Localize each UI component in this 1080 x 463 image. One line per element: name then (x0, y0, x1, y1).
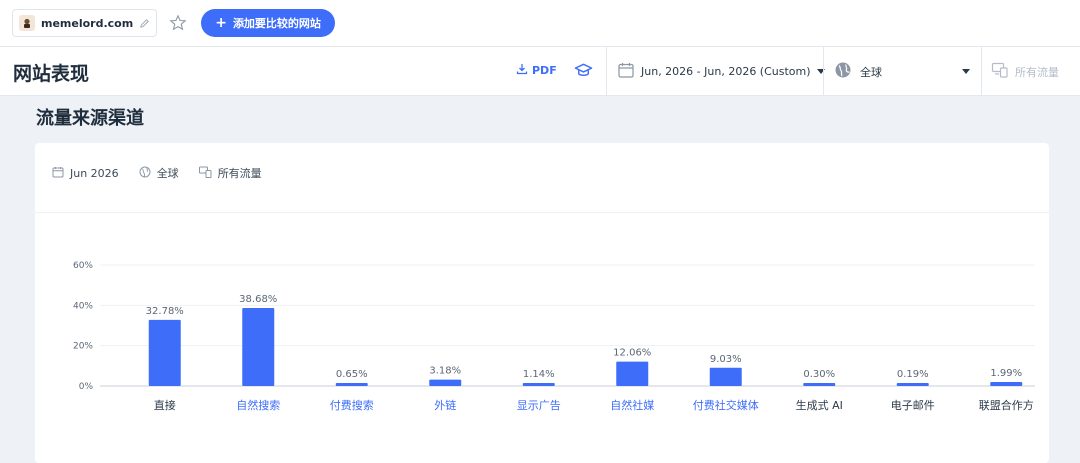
bar (335, 383, 368, 386)
date-range-value: Jun, 2026 - Jun, 2026 (Custom) (641, 65, 811, 78)
y-tick-label: 0% (79, 382, 94, 392)
bar-value-label: 0.30% (803, 369, 835, 380)
x-category-label[interactable]: 付费社交媒体 (693, 398, 759, 412)
add-compare-site-button[interactable]: + 添加要比较的网站 (201, 9, 335, 37)
globe-icon (834, 61, 852, 82)
traffic-type-value: 所有流量 (1015, 65, 1059, 79)
bar (896, 383, 929, 386)
site-chip[interactable]: memelord.com (12, 9, 158, 37)
bar (522, 383, 555, 386)
bar (242, 307, 275, 386)
traffic-channels-card: Jun 2026 全球 所有流量 0% 20% 40% 60% 32.78% 直接 38.6… (35, 143, 1049, 463)
date-range-selector[interactable]: Jun, 2026 - Jun, 2026 (Custom) (617, 61, 825, 82)
bar-value-label: 0.19% (897, 369, 929, 380)
bar (990, 381, 1023, 386)
header-bar: 网站表现 PDF Jun, 2026 - Jun, 2026 (Custom) (0, 47, 1080, 96)
bar (148, 319, 181, 386)
bar-value-label: 1.99% (990, 368, 1022, 379)
x-category-label[interactable]: 付费搜索 (330, 398, 374, 412)
pdf-download-button[interactable]: PDF (516, 63, 557, 78)
bar (616, 361, 649, 386)
page-title: 网站表现 (13, 63, 90, 85)
bar-value-label: 38.68% (239, 294, 277, 305)
region-selector[interactable]: 全球 (834, 61, 882, 82)
region-chevron-down-icon[interactable] (962, 69, 970, 74)
add-compare-site-label: 添加要比较的网站 (232, 17, 321, 30)
bar-value-label: 9.03% (710, 354, 742, 365)
x-category-label: 直接 (154, 398, 176, 412)
traffic-type-selector[interactable]: 所有流量 (991, 61, 1059, 82)
site-favicon-icon (19, 15, 35, 31)
x-category-label[interactable]: 自然搜索 (236, 398, 280, 412)
top-bar: memelord.com + 添加要比较的网站 (0, 0, 1080, 47)
graduation-cap-icon[interactable] (574, 61, 593, 84)
download-icon (516, 63, 528, 78)
calendar-icon (617, 61, 635, 82)
bar-value-label: 32.78% (146, 306, 184, 317)
divider (823, 47, 824, 95)
x-category-label: 生成式 AI (796, 398, 843, 412)
bar (429, 379, 462, 386)
traffic-channels-bar-chart: 0% 20% 40% 60% 32.78% 直接 38.68% 自然搜索 0.65% 付费搜索 3.… (73, 261, 1035, 412)
y-tick-label: 60% (73, 261, 93, 271)
bar-value-label: 1.14% (523, 369, 555, 380)
plus-icon: + (215, 15, 227, 31)
bar (709, 367, 742, 386)
star-icon[interactable] (169, 14, 187, 32)
x-category-label[interactable]: 显示广告 (517, 399, 561, 412)
x-category-label: 电子邮件 (891, 399, 935, 412)
bar (803, 383, 836, 386)
divider (981, 47, 982, 95)
pdf-label: PDF (532, 64, 557, 77)
region-value: 全球 (860, 65, 882, 79)
x-category-label: 联盟合作方 (979, 398, 1034, 412)
x-category-label[interactable]: 自然社媒 (610, 398, 654, 412)
edit-pencil-icon[interactable] (139, 14, 150, 33)
y-tick-label: 40% (73, 301, 93, 311)
bar-value-label: 3.18% (429, 366, 461, 377)
x-category-label[interactable]: 外链 (434, 398, 456, 412)
bar-value-label: 0.65% (336, 369, 368, 380)
bar-value-label: 12.06% (613, 348, 651, 359)
divider (606, 47, 607, 95)
site-name: memelord.com (41, 16, 134, 30)
devices-icon (991, 61, 1009, 82)
section-title: 流量来源渠道 (36, 108, 144, 129)
y-tick-label: 20% (73, 342, 93, 352)
